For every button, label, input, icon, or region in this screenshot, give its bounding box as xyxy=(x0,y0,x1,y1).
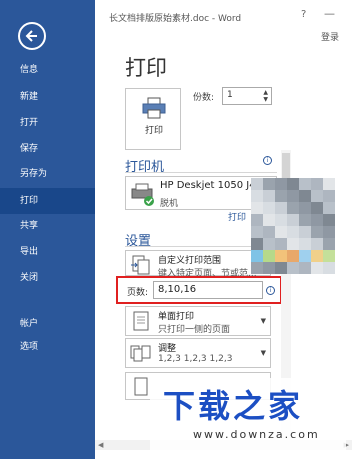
page-title: 打印 xyxy=(125,56,167,80)
help-button[interactable]: ? xyxy=(301,9,306,20)
pages-label: 页数: xyxy=(127,288,149,298)
info-icon[interactable]: i xyxy=(263,156,272,165)
chevron-down-icon: ▼ xyxy=(260,317,266,325)
nav-item[interactable]: 打印 xyxy=(0,188,95,214)
print-button-label: 打印 xyxy=(144,126,163,136)
printer-status: 脱机 xyxy=(160,199,179,209)
collate-subtitle: 1,2,3 1,2,3 1,2,3 xyxy=(158,354,233,364)
login-link[interactable]: 登录 xyxy=(321,30,339,43)
scroll-left-icon[interactable]: ◀ xyxy=(98,441,103,449)
printer-icon xyxy=(142,97,166,119)
pages-row-highlight: 页数: 8,10,16 i xyxy=(116,276,282,304)
range-title: 自定义打印范围 xyxy=(158,256,222,266)
copies-stepper[interactable]: 1 ▲ ▼ xyxy=(222,87,272,105)
backstage-nav: 信息 新建 打开 保存 另存为 打印 共享 导出 关闭 帐户 选项 xyxy=(0,0,95,459)
nav-item[interactable]: 关闭 xyxy=(0,265,95,291)
orientation-icon xyxy=(134,377,148,396)
sides-dropdown[interactable]: 单面打印 只打印一侧的页面 ▼ xyxy=(125,306,271,336)
sides-title: 单面打印 xyxy=(158,312,195,322)
collate-icon xyxy=(130,345,151,362)
nav-item[interactable]: 新建 xyxy=(0,84,95,110)
spin-down-icon[interactable]: ▼ xyxy=(263,97,268,103)
print-range-dropdown[interactable]: 自定义打印范围 键入特定页面、节或范... xyxy=(125,250,271,279)
print-preview-thumbnail xyxy=(251,178,335,274)
title-bar: 长文档排版原始素材.doc - Word ? — 登录 xyxy=(95,0,352,43)
back-arrow-icon[interactable] xyxy=(18,22,46,50)
nav-item[interactable]: 另存为 xyxy=(0,161,95,187)
printer-properties-link[interactable]: 打印 xyxy=(228,210,246,223)
info-icon[interactable]: i xyxy=(266,286,275,295)
pages-input[interactable]: 8,10,16 xyxy=(153,281,263,299)
watermark-logo: 下载之家 xyxy=(163,387,304,425)
page-range-icon xyxy=(131,255,150,275)
nav-options[interactable]: 选项 xyxy=(0,334,95,360)
collate-title: 调整 xyxy=(158,344,177,354)
print-button[interactable]: 打印 xyxy=(125,88,181,150)
nav-item[interactable]: 保存 xyxy=(0,136,95,162)
single-sided-icon xyxy=(133,311,149,331)
divider xyxy=(125,172,277,173)
watermark-url: www.downza.com xyxy=(193,428,320,441)
nav-item[interactable]: 信息 xyxy=(0,57,95,83)
printer-status-icon xyxy=(131,183,154,206)
window-title: 长文档排版原始素材.doc - Word xyxy=(109,14,242,24)
copies-label: 份数: xyxy=(193,93,215,103)
collate-dropdown[interactable]: 调整 1,2,3 1,2,3 1,2,3 ▼ xyxy=(125,338,271,368)
copies-value: 1 xyxy=(227,90,233,100)
nav-item[interactable]: 打开 xyxy=(0,110,95,136)
minimize-button[interactable]: — xyxy=(324,7,335,20)
chevron-down-icon: ▼ xyxy=(260,349,266,357)
nav-item[interactable]: 导出 xyxy=(0,239,95,265)
sides-subtitle: 只打印一侧的页面 xyxy=(158,325,231,335)
nav-item[interactable]: 共享 xyxy=(0,213,95,239)
